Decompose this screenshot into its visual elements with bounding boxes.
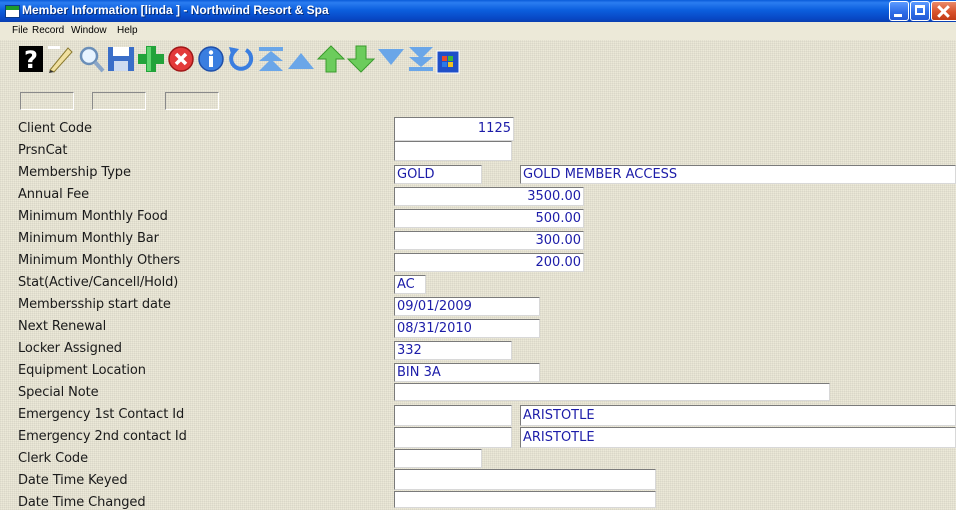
search-icon[interactable] <box>76 44 106 74</box>
record-indicator-box <box>165 92 219 110</box>
menu-record[interactable]: Record <box>32 25 64 36</box>
menu-window[interactable]: Window <box>71 25 107 36</box>
menu-file[interactable]: File <box>12 25 28 36</box>
date-time-keyed-label: Date Time Keyed <box>18 473 128 488</box>
help-icon[interactable]: ? <box>16 44 46 74</box>
delete-icon[interactable] <box>166 44 196 74</box>
special-note-field[interactable] <box>394 383 830 401</box>
menu-help[interactable]: Help <box>117 25 138 36</box>
windows-icon[interactable] <box>436 50 460 74</box>
membership-start-field[interactable]: 09/01/2009 <box>394 297 540 316</box>
date-time-changed-field[interactable] <box>394 491 656 508</box>
next-record-icon[interactable] <box>346 44 376 74</box>
title-bar[interactable]: Member Information [linda ] - Northwind … <box>0 0 956 22</box>
emergency-1-name: ARISTOTLE <box>520 405 956 426</box>
membership-type-code-field[interactable]: GOLD <box>394 165 482 184</box>
locker-assigned-label: Locker Assigned <box>18 341 122 356</box>
next-renewal-field[interactable]: 08/31/2010 <box>394 319 540 338</box>
membership-type-label: Membership Type <box>18 165 131 180</box>
svg-text:?: ? <box>24 46 38 74</box>
date-time-keyed-field[interactable] <box>394 469 656 490</box>
emergency-2-id-field[interactable] <box>394 427 512 448</box>
status-label: Stat(Active/Cancell/Hold) <box>18 275 179 290</box>
min-monthly-bar-label: Minimum Monthly Bar <box>18 231 159 246</box>
min-monthly-others-field[interactable]: 200.00 <box>394 253 584 272</box>
last-record-icon[interactable] <box>406 44 436 74</box>
undo-icon[interactable] <box>226 44 256 74</box>
equipment-location-field[interactable]: BIN 3A <box>394 363 540 382</box>
record-indicator-box <box>92 92 146 110</box>
equipment-location-label: Equipment Location <box>18 363 146 378</box>
window-title: Member Information [linda ] - Northwind … <box>22 3 329 17</box>
app-icon <box>5 5 20 18</box>
status-field[interactable]: AC <box>394 275 426 294</box>
save-icon[interactable] <box>106 44 136 74</box>
emergency-2-name: ARISTOTLE <box>520 427 956 448</box>
new-record-icon[interactable] <box>46 44 76 74</box>
next-renewal-label: Next Renewal <box>18 319 107 334</box>
emergency-2-label: Emergency 2nd contact Id <box>18 429 187 444</box>
min-monthly-others-label: Minimum Monthly Others <box>18 253 181 268</box>
maximize-button[interactable] <box>910 1 930 21</box>
add-icon[interactable] <box>136 44 166 74</box>
min-monthly-food-label: Minimum Monthly Food <box>18 209 168 224</box>
prsncat-label: PrsnCat <box>18 143 68 158</box>
record-indicator-box <box>20 92 74 110</box>
clerk-code-label: Clerk Code <box>18 451 88 466</box>
first-record-icon[interactable] <box>256 44 286 74</box>
annual-fee-label: Annual Fee <box>18 187 90 202</box>
min-monthly-bar-field[interactable]: 300.00 <box>394 231 584 250</box>
next-page-icon[interactable] <box>376 44 406 74</box>
previous-record-icon[interactable] <box>316 44 346 74</box>
previous-page-icon[interactable] <box>286 44 316 74</box>
menu-bar: File Record Window Help <box>0 22 956 40</box>
annual-fee-field[interactable]: 3500.00 <box>394 187 584 206</box>
min-monthly-food-field[interactable]: 500.00 <box>394 209 584 228</box>
locker-assigned-field[interactable]: 332 <box>394 341 512 360</box>
close-button[interactable] <box>931 1 956 21</box>
prsncat-field[interactable] <box>394 141 512 161</box>
membership-type-description: GOLD MEMBER ACCESS <box>520 165 956 184</box>
client-code-field[interactable]: 1125 <box>394 117 514 141</box>
info-icon[interactable] <box>196 44 226 74</box>
membership-start-label: Membersship start date <box>18 297 171 312</box>
client-code-label: Client Code <box>18 121 92 136</box>
emergency-1-label: Emergency 1st Contact Id <box>18 407 185 422</box>
minimize-button[interactable] <box>889 1 909 21</box>
emergency-1-id-field[interactable] <box>394 405 512 426</box>
clerk-code-field[interactable] <box>394 449 482 468</box>
special-note-label: Special Note <box>18 385 99 400</box>
